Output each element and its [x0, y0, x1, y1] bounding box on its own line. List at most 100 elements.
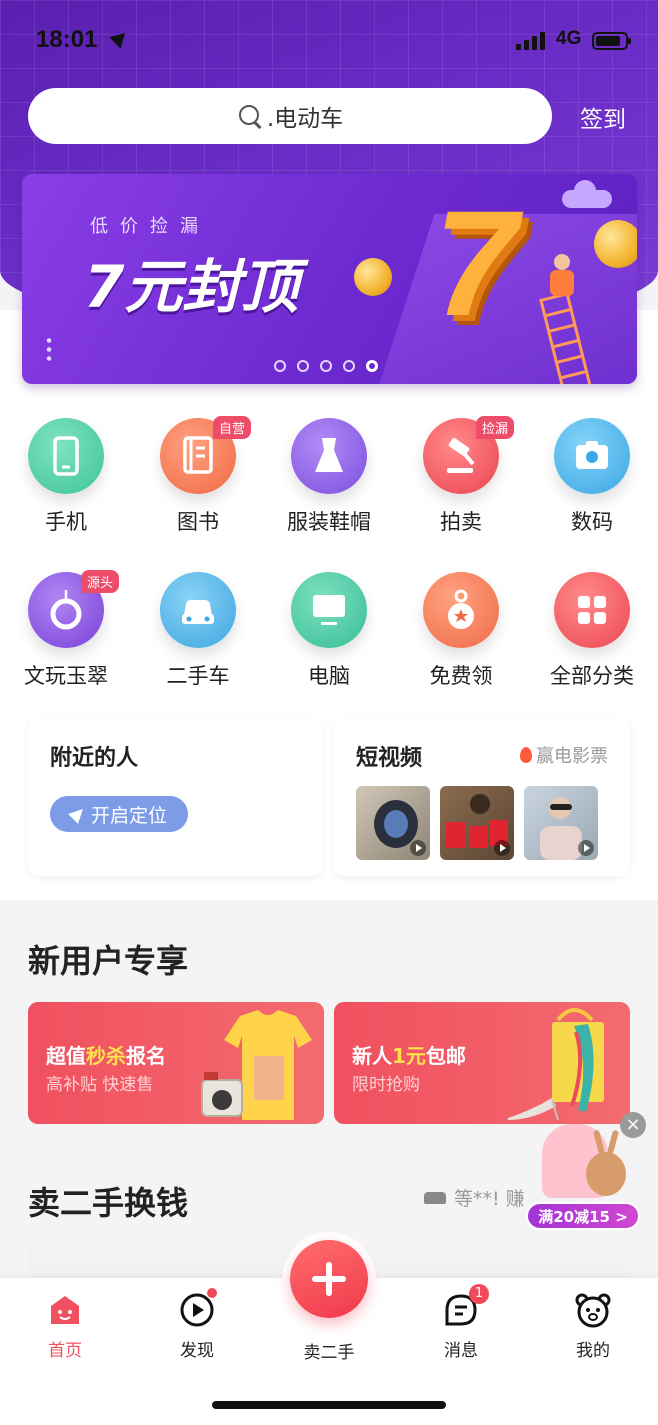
- new-user-title: 新用户专享: [28, 942, 189, 980]
- search-placeholder: .电动车: [266, 106, 344, 132]
- enable-location-button[interactable]: 开启定位: [50, 796, 188, 832]
- signal-icon: [516, 32, 548, 50]
- search-input[interactable]: .电动车: [28, 88, 552, 144]
- movie-ticket-prize[interactable]: 赢电影票: [520, 742, 608, 768]
- category-icon-bg: [423, 572, 499, 648]
- sell-hint-text: 等**! 赚: [454, 1188, 525, 1210]
- category-icon-bg: [28, 418, 104, 494]
- flash-sale-promo[interactable]: 超值秒杀报名 高补贴 快速售: [28, 1002, 324, 1124]
- nearby-card[interactable]: 附近的人 开启定位: [28, 718, 322, 876]
- category-digital[interactable]: 数码: [527, 418, 657, 536]
- status-bar: 18:01 4G: [0, 22, 658, 62]
- category-badge: 源头: [80, 570, 119, 593]
- banner-tagline: 低价捡漏: [90, 216, 210, 237]
- promo-title: 新人1元包邮: [352, 1044, 466, 1068]
- sell-button[interactable]: [282, 1232, 376, 1326]
- category-antiques[interactable]: 源头 文玩玉翠: [1, 570, 131, 690]
- status-time: 18:01: [36, 26, 98, 53]
- tab-me[interactable]: 我的: [548, 1292, 638, 1361]
- page-dot: [297, 360, 309, 372]
- nearby-title: 附近的人: [50, 746, 139, 771]
- tab-label: 首页: [48, 1341, 82, 1361]
- banner-headline: 7元封顶: [84, 253, 299, 321]
- battery-icon: [592, 32, 631, 50]
- page-dot: [274, 360, 286, 372]
- category-label: 免费领: [429, 664, 493, 688]
- video-thumbnail[interactable]: [440, 786, 514, 860]
- banner-pagination: [274, 360, 378, 372]
- category-label: 电脑: [308, 664, 350, 688]
- decor-dots: [46, 336, 52, 362]
- category-label: 拍卖: [440, 510, 482, 534]
- page-dot: [343, 360, 355, 372]
- page-dot: [320, 360, 332, 372]
- car-icon: [182, 600, 214, 624]
- promo-subtitle: 高补贴 快速售: [46, 1075, 154, 1095]
- coupon-tag[interactable]: 满20减15 >: [526, 1202, 640, 1230]
- category-label: 全部分类: [550, 664, 634, 688]
- category-label: 数码: [571, 510, 613, 534]
- bag-shoe-image: [508, 1008, 604, 1121]
- video-thumbnail[interactable]: [356, 786, 430, 860]
- video-thumbnail[interactable]: [524, 786, 598, 860]
- play-circle-icon: [179, 1288, 217, 1328]
- message-count-badge: 1: [469, 1284, 489, 1304]
- promo-banner[interactable]: 低价捡漏 7元封顶 7: [22, 174, 637, 384]
- bunny-bear-image: [586, 1152, 626, 1196]
- category-free[interactable]: 免费领: [396, 572, 526, 690]
- category-used-cars[interactable]: 二手车: [133, 572, 263, 690]
- prize-label: 赢电影票: [536, 746, 608, 767]
- category-all[interactable]: 全部分类: [527, 572, 657, 690]
- network-label: 4G: [556, 28, 582, 49]
- category-clothing[interactable]: 服装鞋帽: [264, 418, 394, 536]
- tshirt-camera-image: [201, 1010, 312, 1120]
- promo-subtitle: 限时抢购: [352, 1075, 420, 1095]
- category-icon-bg: [291, 572, 367, 648]
- signin-button[interactable]: 签到: [580, 100, 626, 134]
- home-icon: [47, 1292, 83, 1328]
- navigation-arrow-icon: [68, 804, 88, 824]
- play-icon: [578, 840, 594, 856]
- category-label: 二手车: [166, 664, 230, 688]
- promo-title: 超值秒杀报名: [46, 1044, 166, 1068]
- category-label: 手机: [45, 510, 87, 534]
- sell-title: 卖二手换钱: [28, 1184, 189, 1222]
- tab-messages[interactable]: 1 消息: [416, 1284, 506, 1361]
- category-badge: 捡漏: [475, 416, 514, 439]
- medal-icon: [448, 589, 474, 629]
- category-phone[interactable]: 手机: [1, 418, 131, 536]
- search-icon: [237, 103, 263, 129]
- home-indicator[interactable]: [212, 1401, 446, 1409]
- banner-big-number: 7: [434, 179, 518, 347]
- plus-icon: [290, 1240, 368, 1318]
- person-illustration: [542, 254, 580, 304]
- page-dot-active: [366, 360, 378, 372]
- category-auction[interactable]: 捡漏 拍卖: [396, 416, 526, 536]
- camera-icon: [576, 441, 608, 469]
- close-ad-button[interactable]: ×: [620, 1112, 646, 1138]
- category-label: 文玩玉翠: [24, 664, 108, 688]
- play-icon: [410, 840, 426, 856]
- monitor-icon: [313, 595, 345, 625]
- flame-icon: [520, 747, 532, 763]
- category-books[interactable]: 自营 图书: [133, 416, 263, 536]
- grid-icon: [578, 596, 606, 624]
- phone-icon: [53, 436, 79, 476]
- category-icon-bg: [554, 572, 630, 648]
- tab-home[interactable]: 首页: [20, 1292, 110, 1361]
- location-arrow-icon: [109, 27, 131, 49]
- sell-hint: 等**! 赚: [424, 1184, 525, 1211]
- category-label: 图书: [177, 510, 219, 534]
- enable-location-label: 开启定位: [90, 804, 167, 827]
- floating-ad[interactable]: × 满20减15 >: [524, 1110, 648, 1232]
- short-video-title: 短视频: [356, 746, 423, 771]
- bear-face-icon: [575, 1292, 611, 1328]
- short-video-card[interactable]: 短视频 赢电影票: [334, 718, 630, 876]
- cloud-icon: [562, 180, 612, 208]
- tab-discover[interactable]: 发现: [152, 1288, 242, 1361]
- tab-label: 我的: [576, 1341, 610, 1361]
- category-label: 服装鞋帽: [287, 510, 371, 534]
- one-yuan-shipping-promo[interactable]: 新人1元包邮 限时抢购: [334, 1002, 630, 1124]
- car-icon: [424, 1191, 446, 1204]
- category-computers[interactable]: 电脑: [264, 572, 394, 690]
